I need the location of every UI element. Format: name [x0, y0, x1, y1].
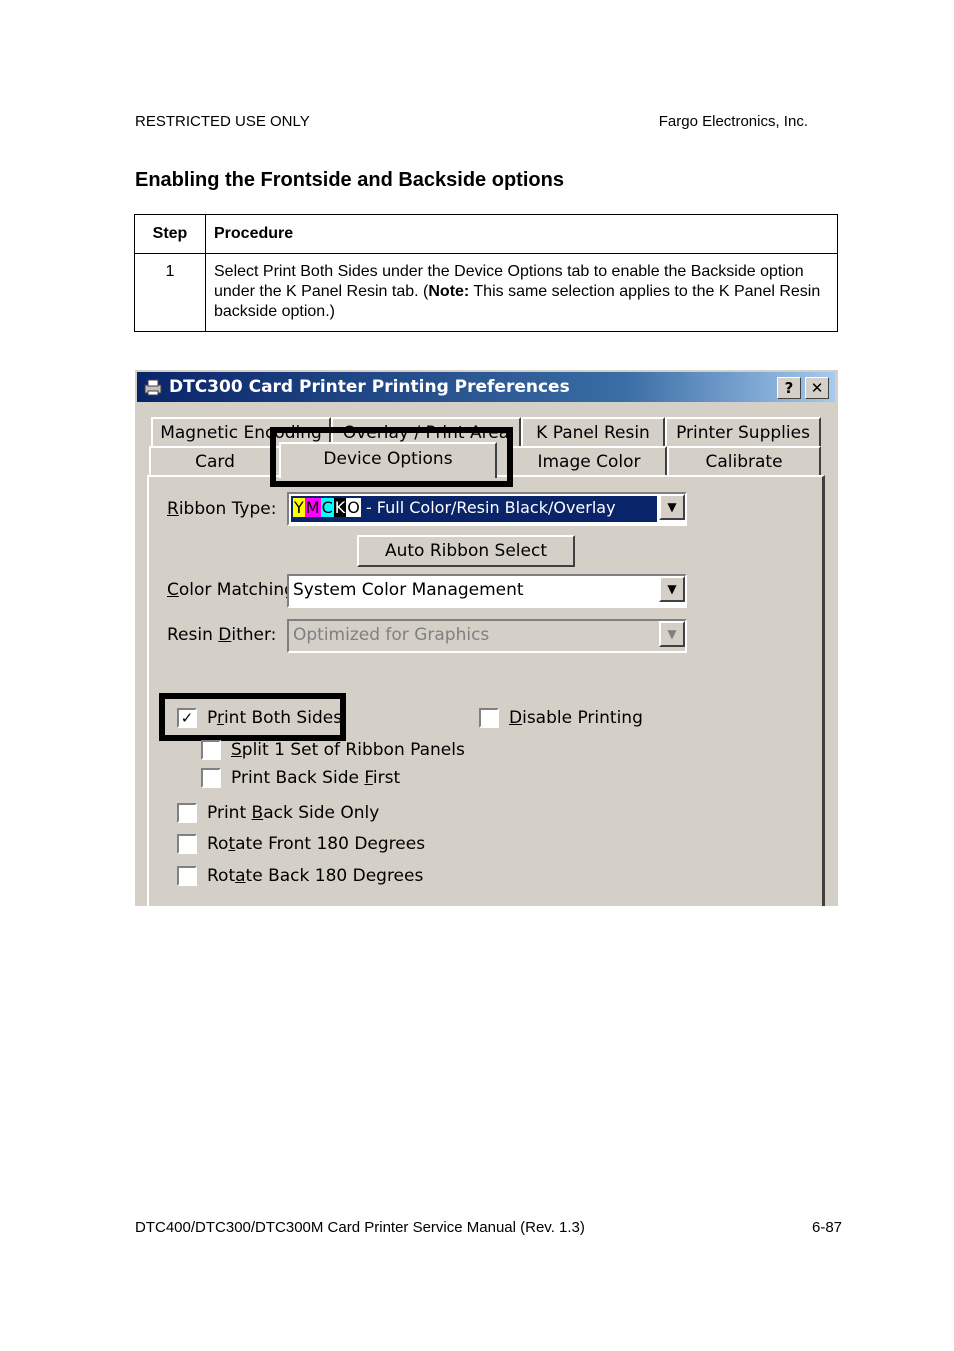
rotate-back-label-pre: Rot [207, 866, 236, 886]
split-ribbon-checkbox[interactable]: Split 1 Set of Ribbon Panels [201, 740, 465, 760]
help-button[interactable]: ? [777, 377, 801, 399]
split-ribbon-mnemonic: S [231, 740, 242, 760]
print-back-only-checkbox[interactable]: Print Back Side Only [177, 803, 379, 823]
resin-dither-value: Optimized for Graphics [293, 625, 490, 645]
procedure-table: Step Procedure 1 Select Print Both Sides… [134, 214, 838, 332]
table-header-row: Step Procedure [134, 214, 838, 254]
resin-dither-label-text: ither: [231, 625, 277, 645]
resin-dither-mnemonic: D [218, 625, 232, 645]
print-back-first-label-post: irst [372, 768, 401, 788]
ribbon-type-label-text: ibbon Type: [178, 499, 277, 519]
rotate-front-label-post: ate Front 180 Degrees [235, 834, 426, 854]
ribbon-badge-yellow: Y [293, 498, 305, 517]
printing-preferences-dialog: DTC300 Card Printer Printing Preferences… [135, 370, 838, 906]
disable-printing-label-post: isable Printing [522, 708, 643, 728]
color-matching-value: System Color Management [293, 580, 524, 600]
color-matching-dropdown-icon[interactable]: ▼ [659, 576, 685, 602]
rotate-back-mnemonic: a [235, 866, 246, 886]
checkbox-icon[interactable] [177, 866, 197, 886]
print-back-first-checkbox[interactable]: Print Back Side First [201, 768, 400, 788]
ribbon-badge-cyan: C [320, 498, 334, 517]
resin-dither-select: Optimized for Graphics ▼ [287, 619, 687, 653]
color-matching-mnemonic: C [167, 580, 179, 600]
ribbon-type-dropdown-icon[interactable]: ▼ [659, 494, 685, 520]
disable-printing-mnemonic: D [509, 708, 523, 728]
step-number: 1 [134, 253, 206, 332]
ribbon-type-select[interactable]: YMCKO - Full Color/Resin Black/Overlay ▼ [287, 492, 687, 526]
ribbon-type-value: - Full Color/Resin Black/Overlay [360, 498, 616, 517]
disable-printing-checkbox[interactable]: Disable Printing [479, 708, 643, 728]
resin-dither-label: Resin Dither: [167, 625, 276, 645]
print-back-first-label-pre: Print Back Side [231, 768, 365, 788]
procedure-column-header: Procedure [205, 214, 838, 254]
tab-card[interactable]: Card [149, 446, 281, 476]
dialog-title: DTC300 Card Printer Printing Preferences [169, 377, 570, 397]
resin-dither-dropdown-icon: ▼ [659, 621, 685, 647]
procedure-text: Select Print Both Sides under the Device… [205, 253, 838, 332]
tab-image-color[interactable]: Image Color [511, 446, 667, 476]
step-column-header: Step [134, 214, 206, 254]
auto-ribbon-select-button[interactable]: Auto Ribbon Select [357, 535, 575, 567]
page-footer-left: DTC400/DTC300/DTC300M Card Printer Servi… [135, 1219, 585, 1236]
ribbon-type-mnemonic: R [167, 499, 179, 519]
ribbon-type-label: Ribbon Type: [167, 499, 276, 519]
ribbon-badge-magenta: M [304, 498, 321, 517]
dialog-titlebar: DTC300 Card Printer Printing Preferences… [137, 372, 835, 402]
rotate-back-label-post: te Back 180 Degrees [245, 866, 424, 886]
checkbox-icon[interactable] [479, 708, 499, 728]
split-ribbon-label-post: plit 1 Set of Ribbon Panels [241, 740, 465, 760]
print-both-sides-highlight [159, 693, 346, 741]
rotate-back-checkbox[interactable]: Rotate Back 180 Degrees [177, 866, 423, 886]
checkbox-icon[interactable] [177, 834, 197, 854]
color-matching-label-text: olor Matching: [178, 580, 301, 600]
print-back-first-mnemonic: F [364, 768, 373, 788]
table-row: 1 Select Print Both Sides under the Devi… [134, 253, 838, 332]
page-header-left: RESTRICTED USE ONLY [135, 113, 310, 130]
rotate-front-checkbox[interactable]: Rotate Front 180 Degrees [177, 834, 425, 854]
tab-printer-supplies[interactable]: Printer Supplies [665, 417, 821, 447]
section-title: Enabling the Frontside and Backside opti… [135, 169, 564, 191]
close-button[interactable]: ✕ [805, 377, 829, 399]
device-options-highlight [270, 427, 513, 487]
resin-dither-label-pre: Resin [167, 625, 219, 645]
ribbon-badge-black: K [333, 498, 347, 517]
print-back-only-mnemonic: B [251, 803, 264, 823]
page-number: 6-87 [812, 1219, 843, 1236]
note-label: Note: [428, 283, 470, 300]
rotate-front-label-pre: Ro [207, 834, 229, 854]
ribbon-badge: YMCKO - Full Color/Resin Black/Overlay [293, 498, 616, 518]
tab-calibrate[interactable]: Calibrate [667, 446, 821, 476]
color-matching-label: Color Matching: [167, 580, 301, 600]
checkbox-icon[interactable] [201, 768, 221, 788]
tab-k-panel-resin[interactable]: K Panel Resin [521, 417, 665, 447]
checkbox-icon[interactable] [177, 803, 197, 823]
color-matching-select[interactable]: System Color Management ▼ [287, 574, 687, 608]
page-header-right: Fargo Electronics, Inc. [658, 113, 808, 130]
print-back-only-label-pre: Print [207, 803, 252, 823]
print-back-only-label-post: ack Side Only [263, 803, 380, 823]
printer-icon [144, 379, 162, 396]
checkbox-icon[interactable] [201, 740, 221, 760]
ribbon-badge-overlay: O [346, 498, 361, 517]
